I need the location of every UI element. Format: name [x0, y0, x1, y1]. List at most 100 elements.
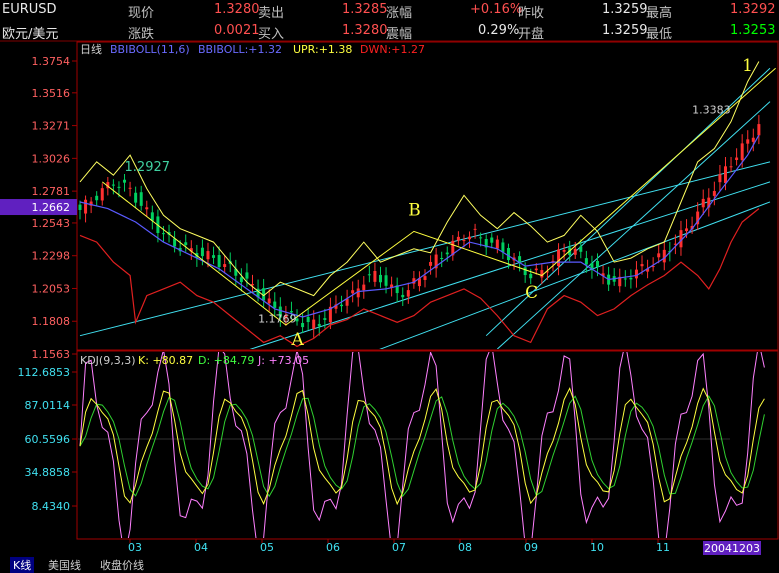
- kdj-tick-label: 8.4340: [32, 500, 71, 513]
- channel-line: [79, 161, 771, 337]
- candle-body: [757, 124, 761, 136]
- candle-body: [200, 247, 204, 257]
- kdj-j-line: [79, 352, 765, 538]
- kdj-legend-k: K: +80.87: [138, 354, 193, 367]
- candle-body: [506, 248, 510, 261]
- candle-body: [312, 319, 316, 329]
- candle-body: [223, 264, 227, 267]
- candle-body: [596, 260, 599, 267]
- candle-body: [378, 274, 382, 283]
- tab-us-line[interactable]: 美国线: [48, 557, 81, 573]
- tab-kline[interactable]: K线: [10, 557, 35, 573]
- indicator-name: BBIBOLL(11,6): [110, 43, 190, 56]
- wave-label-c: C: [525, 283, 538, 303]
- month-label: 05: [260, 541, 274, 554]
- price-tick-label: 1.3516: [32, 87, 71, 100]
- kdj-plot: [78, 352, 765, 538]
- price-tick-label: 1.2298: [32, 250, 71, 263]
- chart-canvas[interactable]: A B C 1 1.2927 1.1769 1.3383 1.3754 1.3516 1.327…: [0, 0, 779, 573]
- candle-body: [723, 166, 727, 184]
- candle-body: [495, 239, 499, 249]
- candle-body: [468, 236, 472, 240]
- candle-body: [462, 240, 466, 242]
- candle-body: [306, 316, 310, 323]
- candle-body: [584, 258, 588, 265]
- candle-body: [245, 272, 249, 279]
- candle-body: [251, 284, 254, 286]
- candle-body: [701, 198, 705, 208]
- candle-body: [184, 242, 188, 246]
- price-plot: A B C 1 1.2927 1.1769 1.3383: [78, 56, 776, 350]
- candle-body: [740, 143, 744, 161]
- candle-body: [657, 253, 661, 258]
- kdj-tick-label: 112.6853: [18, 366, 71, 379]
- legend-bbiboll: BBIBOLL:+1.32: [198, 43, 282, 56]
- candle-body: [662, 249, 666, 263]
- candle-body: [161, 233, 165, 235]
- candle-body: [301, 322, 305, 328]
- candle-body: [84, 199, 88, 214]
- candle-body: [490, 237, 494, 243]
- candle-body: [273, 301, 277, 308]
- candle-body: [735, 157, 739, 161]
- candle-body: [139, 192, 143, 206]
- month-label: 08: [458, 541, 472, 554]
- price-annotation: 1.1769: [258, 312, 297, 325]
- price-pane[interactable]: [76, 41, 779, 351]
- bottom-tabs: K线 美国线 收盘价线: [0, 556, 779, 573]
- upr-line: [79, 61, 760, 297]
- kdj-legend-d: D: +84.79: [198, 354, 254, 367]
- kdj-indicator-name: KDJ(9,3,3): [80, 354, 136, 367]
- candle-body: [206, 251, 210, 260]
- price-tick-label: 1.3271: [32, 120, 71, 133]
- price-annotation: 1.3383: [692, 104, 731, 117]
- candle-body: [718, 174, 722, 183]
- candle-body: [323, 318, 327, 320]
- wave-label-b: B: [408, 200, 421, 220]
- candle-body: [473, 228, 477, 230]
- candle-body: [351, 290, 355, 294]
- candle-body: [367, 274, 371, 276]
- price-tick-label: 1.3026: [32, 152, 71, 165]
- candle-body: [529, 273, 533, 279]
- month-label: 11: [656, 541, 670, 554]
- kdj-legend-j: J: +73.05: [257, 354, 309, 367]
- kdj-pane[interactable]: [76, 350, 779, 540]
- kdj-tick-label: 60.5596: [25, 433, 71, 446]
- channel-line: [497, 101, 771, 349]
- candle-body: [401, 294, 405, 298]
- legend-dwn: DWN:+1.27: [360, 43, 425, 56]
- chart-title: 日线: [80, 42, 102, 56]
- price-tick-label: 1.2053: [32, 282, 71, 295]
- candle-body: [746, 139, 750, 144]
- candle-body: [362, 284, 366, 291]
- month-label: 06: [326, 541, 340, 554]
- candle-body: [128, 187, 132, 189]
- price-tick-label: 1.2781: [32, 185, 71, 198]
- candle-body: [429, 261, 433, 266]
- candle-body: [540, 270, 544, 278]
- wave-label-a: A: [290, 330, 304, 350]
- candle-body: [145, 207, 149, 210]
- candle-body: [479, 237, 483, 239]
- wave-label-1: 1: [742, 56, 753, 76]
- candle-body: [95, 195, 99, 201]
- candle-body: [640, 264, 644, 267]
- candle-body: [557, 249, 561, 267]
- candle-body: [456, 236, 460, 241]
- candle-body: [634, 269, 638, 279]
- candle-body: [501, 242, 505, 253]
- month-label: 03: [128, 541, 142, 554]
- candle-body: [217, 255, 221, 268]
- candle-body: [100, 188, 104, 201]
- candle-body: [212, 255, 216, 258]
- candle-body: [712, 191, 716, 196]
- candle-body: [445, 252, 449, 255]
- month-label: 04: [194, 541, 208, 554]
- tab-close-line[interactable]: 收盘价线: [100, 557, 144, 573]
- candle-body: [440, 258, 444, 260]
- candle-body: [423, 276, 427, 280]
- candle-body: [239, 277, 243, 283]
- candle-body: [573, 248, 577, 255]
- kdj-tick-label: 34.8858: [25, 466, 71, 479]
